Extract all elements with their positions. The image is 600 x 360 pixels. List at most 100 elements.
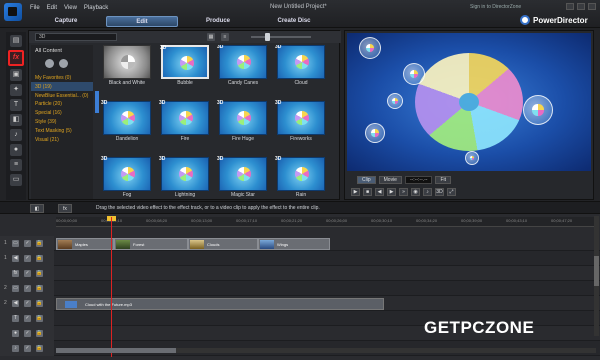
- effect-rain[interactable]: 3D Rain: [275, 156, 327, 199]
- person-icon[interactable]: [45, 59, 54, 68]
- brand-name: PowerDirector: [533, 15, 588, 25]
- video-clip[interactable]: Forest: [114, 238, 188, 250]
- lock-icon[interactable]: 🔒: [36, 270, 43, 277]
- particle-room-icon[interactable]: ✦: [10, 84, 22, 96]
- effect-fire[interactable]: 3D Fire: [159, 100, 211, 143]
- play-icon[interactable]: ▶: [351, 188, 360, 196]
- scrollbar-thumb[interactable]: [594, 256, 599, 286]
- menu-view[interactable]: View: [64, 5, 77, 11]
- lock-icon[interactable]: 🔒: [36, 315, 43, 322]
- category-particle[interactable]: Particle (20): [31, 99, 93, 108]
- tab-create-disc[interactable]: Create Disc: [258, 16, 330, 27]
- previous-frame-icon[interactable]: ◀: [375, 188, 384, 196]
- transition-room-icon[interactable]: ◧: [10, 114, 22, 126]
- category-visual[interactable]: Visual (21): [31, 135, 93, 144]
- tab-edit[interactable]: Edit: [106, 16, 178, 27]
- title-bar: File Edit View Playback Capture Edit Pro…: [0, 0, 600, 28]
- list-view-icon[interactable]: ≡: [221, 33, 229, 41]
- volume-icon[interactable]: ♪: [423, 188, 432, 196]
- track-enable-checkbox[interactable]: ✓: [24, 345, 31, 352]
- effect-magic-star[interactable]: 3D Magic Star: [217, 156, 269, 199]
- toggle-view-button[interactable]: ◧: [30, 204, 44, 213]
- timeline-horizontal-scrollbar[interactable]: [56, 348, 596, 353]
- tag-icon[interactable]: [59, 59, 68, 68]
- track-enable-checkbox[interactable]: ✓: [24, 330, 31, 337]
- movie-mode-button[interactable]: Movie: [378, 176, 402, 184]
- stop-icon[interactable]: ■: [363, 188, 372, 196]
- track-enable-checkbox[interactable]: ✓: [24, 285, 31, 292]
- tab-produce[interactable]: Produce: [182, 16, 254, 27]
- maximize-button[interactable]: [577, 3, 585, 10]
- grid-view-icon[interactable]: ▦: [207, 33, 215, 41]
- audio-mixing-room-icon[interactable]: ♪: [10, 129, 22, 141]
- pip-room-icon[interactable]: ▣: [10, 69, 22, 81]
- category-3d[interactable]: 3D (19): [31, 81, 93, 91]
- effect-fog[interactable]: 3D Fog: [101, 156, 153, 199]
- panel-collapse-handle[interactable]: [95, 91, 99, 113]
- effect-bubble[interactable]: 3D Bubble: [159, 45, 211, 87]
- lock-icon[interactable]: 🔒: [36, 330, 43, 337]
- category-newblue[interactable]: NewBlue Essential... (0): [31, 91, 93, 100]
- effect-dandelion[interactable]: 3D Dandelion: [101, 100, 153, 143]
- title-room-icon[interactable]: T: [10, 99, 22, 111]
- scrollbar-thumb[interactable]: [56, 348, 176, 353]
- effect-lightning[interactable]: 3D Lightning: [159, 156, 211, 199]
- all-content-header[interactable]: All Content: [31, 45, 93, 57]
- slider-handle[interactable]: [265, 33, 270, 41]
- lock-icon[interactable]: 🔒: [36, 285, 43, 292]
- effect-cloud[interactable]: 3D Cloud: [275, 45, 327, 87]
- effect-thumbnail: 3D: [159, 156, 209, 191]
- menu-playback[interactable]: Playback: [84, 5, 108, 11]
- video-clip[interactable]: Maples: [56, 238, 114, 250]
- effect-fireworks[interactable]: 3D Fireworks: [275, 100, 327, 143]
- next-frame-icon[interactable]: ▶: [387, 188, 396, 196]
- category-style[interactable]: Style (39): [31, 117, 93, 126]
- lock-icon[interactable]: 🔒: [36, 255, 43, 262]
- track-enable-checkbox[interactable]: ✓: [24, 240, 31, 247]
- clip-mode-button[interactable]: Clip: [357, 176, 376, 184]
- track-header: 2 ◀ ✓ 🔒: [0, 296, 54, 311]
- fullscreen-icon[interactable]: ⤢: [447, 188, 456, 196]
- timeline-vertical-scrollbar[interactable]: [594, 216, 599, 336]
- track-enable-checkbox[interactable]: ✓: [24, 270, 31, 277]
- category-text-masking[interactable]: Text Masking (5): [31, 126, 93, 135]
- subtitle-room-icon[interactable]: ▭: [10, 174, 22, 186]
- track-enable-checkbox[interactable]: ✓: [24, 300, 31, 307]
- directorzone-link[interactable]: Sign in to DirectorZone: [470, 4, 521, 10]
- effect-label: Cloud: [294, 80, 308, 86]
- track-enable-checkbox[interactable]: ✓: [24, 255, 31, 262]
- lock-icon[interactable]: 🔒: [36, 240, 43, 247]
- category-special[interactable]: Special (16): [31, 108, 93, 117]
- menu-file[interactable]: File: [30, 5, 40, 11]
- chapter-room-icon[interactable]: ≡: [10, 159, 22, 171]
- audio-clip[interactable]: Cloud with the Future.mp3: [56, 298, 384, 310]
- minimize-button[interactable]: [566, 3, 574, 10]
- track-enable-checkbox[interactable]: ✓: [24, 315, 31, 322]
- lock-icon[interactable]: 🔒: [36, 345, 43, 352]
- effect-candy-canes[interactable]: 3D Candy Canes: [217, 45, 269, 87]
- effect-black-and-white[interactable]: Black and White: [101, 45, 153, 87]
- video-clip[interactable]: Clouds: [188, 238, 258, 250]
- lock-icon[interactable]: 🔒: [36, 300, 43, 307]
- video-clip[interactable]: Wings: [258, 238, 330, 250]
- effect-thumbnail: 3D: [160, 45, 209, 79]
- fx-room-icon[interactable]: fx: [8, 50, 24, 66]
- effect-fire-huge[interactable]: 3D Fire Huge: [217, 100, 269, 143]
- media-room-icon[interactable]: ▤: [10, 35, 22, 47]
- window-controls: [566, 3, 596, 10]
- category-my-favorites[interactable]: My Favorites (0): [31, 73, 93, 82]
- timeline-ruler[interactable]: 00;00;00;00 00;00;04;10 00;00;08;20 00;0…: [56, 217, 596, 227]
- category-dropdown[interactable]: 3D: [35, 33, 117, 41]
- effect-thumbnail: 3D: [159, 100, 209, 135]
- snapshot-icon[interactable]: ◉: [411, 188, 420, 196]
- close-button[interactable]: [588, 3, 596, 10]
- fx-settings-button[interactable]: fx: [58, 204, 72, 213]
- tab-capture[interactable]: Capture: [30, 16, 102, 27]
- voiceover-room-icon[interactable]: ●: [10, 144, 22, 156]
- menu-edit[interactable]: Edit: [47, 5, 57, 11]
- playhead[interactable]: [111, 217, 112, 357]
- fast-forward-icon[interactable]: »: [399, 188, 408, 196]
- 3d-toggle-icon[interactable]: 3D: [435, 188, 444, 196]
- fit-dropdown[interactable]: Fit: [435, 176, 452, 184]
- thumbnail-size-slider[interactable]: [251, 33, 311, 41]
